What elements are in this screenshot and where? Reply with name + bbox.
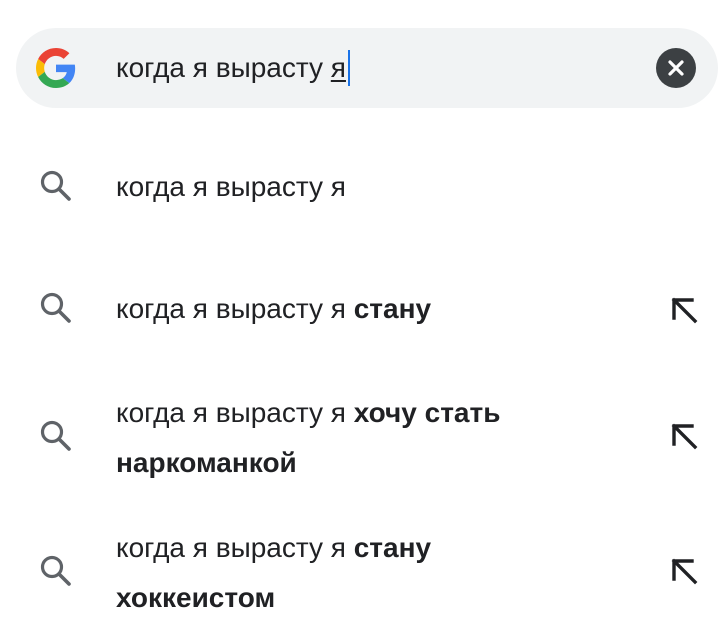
text-caret [347,50,350,86]
query-text: когда я вырасту [116,52,331,83]
search-icon [40,170,71,201]
google-g-icon [36,48,76,88]
suggestion-text: когда я вырасту я [116,162,596,212]
clear-button[interactable] [656,48,696,88]
search-icon [40,420,71,451]
search-bar[interactable]: когда я вырасту я [16,28,718,108]
suggestion-plain: когда я вырасту я [116,397,354,428]
north-west-arrow-icon[interactable] [668,420,700,452]
suggestion-item[interactable]: когда я вырасту я [0,162,720,214]
north-west-arrow-icon[interactable] [668,555,700,587]
suggestion-text: когда я вырасту я стану [116,284,596,334]
north-west-arrow-icon[interactable] [668,294,700,326]
suggestion-bold: стану [353,293,432,324]
suggestion-item[interactable]: когда я вырасту я хочу стать наркоманкой [0,388,720,492]
suggestion-plain: когда я вырасту я [116,532,354,563]
suggestion-plain: когда я вырасту я [116,171,346,202]
suggestion-text: когда я вырасту я хочу стать наркоманкой [116,388,586,488]
suggestion-plain: когда я вырасту я [116,293,354,324]
search-icon [40,292,71,323]
search-input[interactable]: когда я вырасту я [116,28,350,108]
search-icon [40,555,71,586]
suggestion-item[interactable]: когда я вырасту я стану хоккеистом [0,523,720,627]
suggestion-item[interactable]: когда я вырасту я стану [0,284,720,336]
suggestion-text: когда я вырасту я стану хоккеистом [116,523,516,623]
query-current-word: я [330,52,346,83]
close-icon [668,60,684,76]
